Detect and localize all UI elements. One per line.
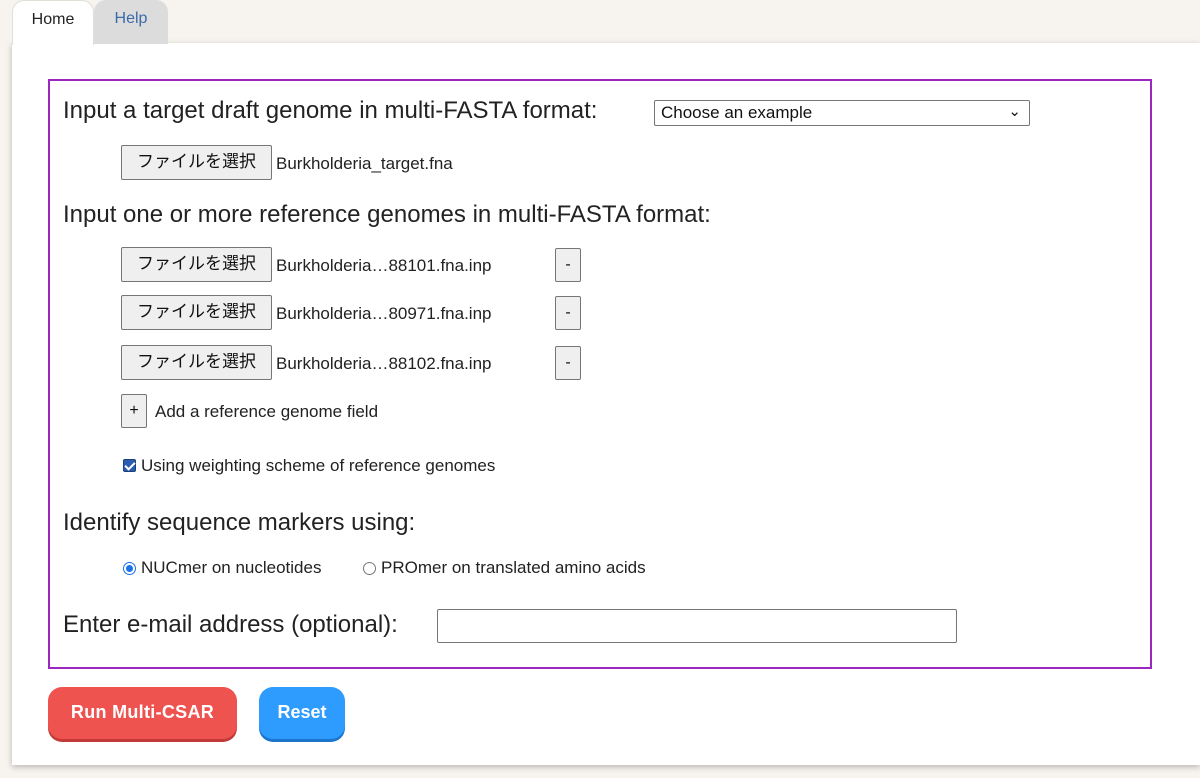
email-label: Enter e-mail address (optional): xyxy=(63,611,398,638)
email-input[interactable] xyxy=(437,609,957,643)
nucmer-radio[interactable] xyxy=(123,562,136,575)
add-reference-label: Add a reference genome field xyxy=(155,402,379,421)
main-panel: Input a target draft genome in multi-FAS… xyxy=(12,43,1200,765)
weighting-label: Using weighting scheme of reference geno… xyxy=(141,456,496,475)
tab-home[interactable]: Home xyxy=(12,0,94,45)
example-select-value: Choose an example xyxy=(661,103,813,122)
reference-file-button-3[interactable]: ファイルを選択 xyxy=(121,345,272,380)
reference-file-button-2[interactable]: ファイルを選択 xyxy=(121,295,272,330)
promer-radio[interactable] xyxy=(363,562,376,575)
target-genome-heading: Input a target draft genome in multi-FAS… xyxy=(63,97,598,124)
reset-button[interactable]: Reset xyxy=(259,687,345,739)
add-reference-button[interactable]: + xyxy=(121,394,147,428)
weighting-checkbox[interactable] xyxy=(123,459,136,472)
reference-file-name-3: Burkholderia…88102.fna.inp xyxy=(276,354,492,373)
example-select[interactable]: Choose an example ⌄ xyxy=(654,100,1030,126)
target-file-button[interactable]: ファイルを選択 xyxy=(121,145,272,180)
chevron-down-icon: ⌄ xyxy=(1008,103,1021,120)
run-multi-csar-button[interactable]: Run Multi-CSAR xyxy=(48,687,237,739)
remove-reference-button-2[interactable]: - xyxy=(555,296,581,330)
genome-form: Input a target draft genome in multi-FAS… xyxy=(48,79,1152,669)
reference-file-name-1: Burkholderia…88101.fna.inp xyxy=(276,256,492,275)
nucmer-label: NUCmer on nucleotides xyxy=(141,558,322,577)
tab-help[interactable]: Help xyxy=(94,0,168,44)
target-file-name: Burkholderia_target.fna xyxy=(276,154,453,173)
reference-file-button-1[interactable]: ファイルを選択 xyxy=(121,247,272,282)
promer-label: PROmer on translated amino acids xyxy=(381,558,646,577)
marker-heading: Identify sequence markers using: xyxy=(63,509,416,536)
reference-genomes-heading: Input one or more reference genomes in m… xyxy=(63,201,711,228)
reference-file-name-2: Burkholderia…80971.fna.inp xyxy=(276,304,492,323)
remove-reference-button-3[interactable]: - xyxy=(555,346,581,380)
remove-reference-button-1[interactable]: - xyxy=(555,248,581,282)
